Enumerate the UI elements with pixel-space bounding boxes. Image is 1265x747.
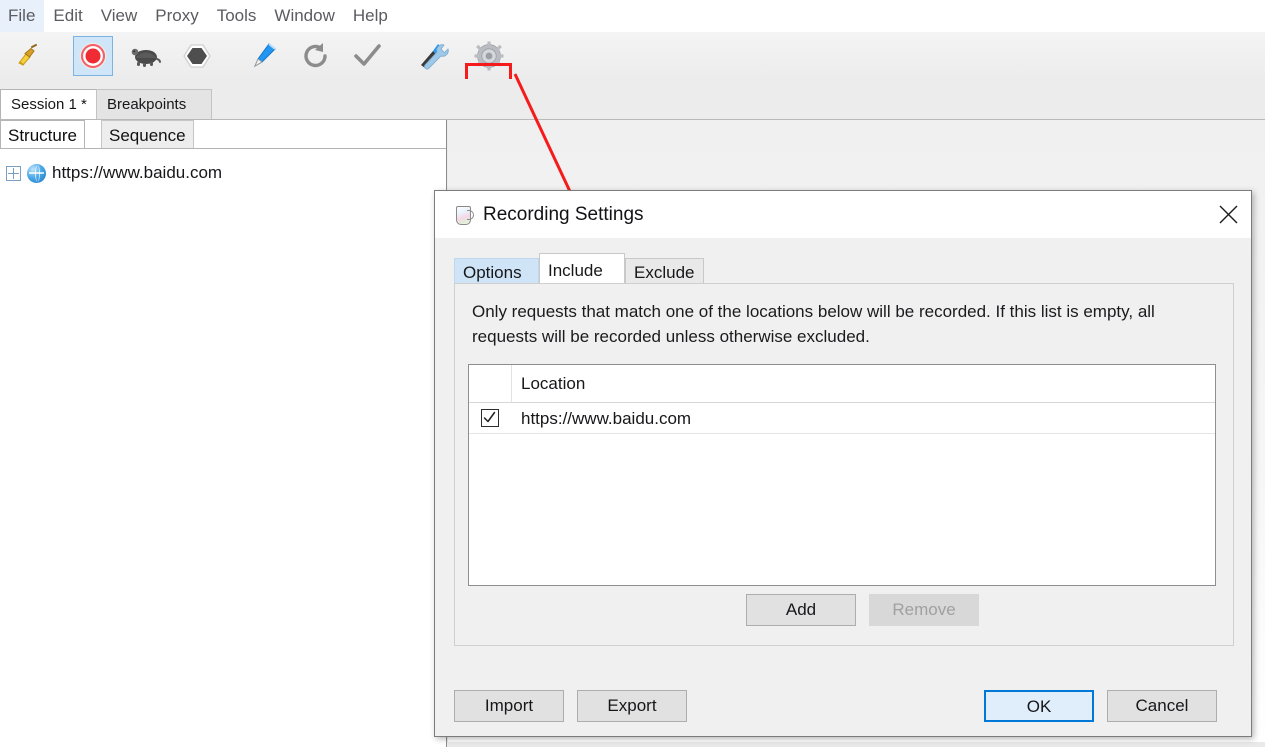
table-row[interactable]: https://www.baidu.com (469, 403, 1215, 434)
globe-icon (27, 163, 46, 183)
checkmark-icon (354, 44, 381, 66)
wrench-screwdriver-icon (421, 44, 449, 70)
tab-exclude[interactable]: Exclude (625, 258, 704, 286)
menu-item-proxy[interactable]: Proxy (146, 0, 207, 32)
structure-tree[interactable]: https://www.baidu.com (0, 149, 446, 747)
include-panel: Only requests that match one of the loca… (454, 283, 1234, 646)
menu-item-window[interactable]: Window (265, 0, 343, 32)
left-panel: Structure Sequence https://www.baidu.com (0, 120, 446, 747)
tree-item-label: https://www.baidu.com (52, 163, 223, 182)
left-tab-sequence[interactable]: Sequence (101, 120, 194, 150)
left-tab-structure[interactable]: Structure (0, 120, 85, 150)
row-checkbox[interactable] (481, 409, 499, 427)
dialog-body: Options Include Exclude Only requests th… (435, 238, 1251, 736)
checkmark-icon (483, 411, 496, 423)
table-header-checkbox-col (469, 365, 512, 402)
refresh-icon (304, 43, 327, 68)
toolbar (0, 32, 1265, 106)
cancel-button[interactable]: Cancel (1107, 690, 1217, 722)
remove-button: Remove (869, 594, 979, 626)
status-bar (448, 742, 1265, 747)
charles-jug-icon (453, 204, 474, 225)
clear-session-button[interactable] (6, 36, 46, 76)
add-button[interactable]: Add (746, 594, 856, 626)
list-action-buttons: Add Remove (455, 594, 1233, 628)
session-tab-breakpoints[interactable]: Breakpoints (96, 89, 212, 119)
expand-plus-icon[interactable] (6, 165, 21, 181)
menu-item-help[interactable]: Help (344, 0, 397, 32)
table-header-row: Location (469, 365, 1215, 403)
row-location-value: https://www.baidu.com (521, 409, 692, 428)
dialog-title: Recording Settings (483, 203, 644, 225)
menu-item-view[interactable]: View (92, 0, 147, 32)
throttling-button[interactable] (126, 36, 166, 76)
dialog-title-bar: Recording Settings (435, 191, 1251, 238)
tree-item-baidu[interactable]: https://www.baidu.com (0, 161, 222, 185)
session-tab-bar: Session 1 * Breakpoints (0, 79, 1265, 120)
ok-button[interactable]: OK (984, 690, 1094, 722)
menu-item-tools[interactable]: Tools (208, 0, 266, 32)
hexagon-icon (183, 44, 211, 68)
tools-button[interactable] (413, 36, 453, 76)
import-button[interactable]: Import (454, 690, 564, 722)
locations-table[interactable]: Location https://www.baidu.com (468, 364, 1216, 586)
close-x-glyph (1219, 205, 1237, 224)
include-description: Only requests that match one of the loca… (472, 302, 1155, 346)
compose-button[interactable] (243, 36, 283, 76)
pen-icon (253, 43, 276, 68)
menu-item-file[interactable]: File (0, 0, 45, 32)
recording-settings-dialog: Recording Settings Options Include Exclu… (434, 190, 1252, 737)
tab-include[interactable]: Include (539, 253, 625, 286)
turtle-icon (131, 48, 161, 67)
dialog-button-bar: Import Export OK Cancel (435, 676, 1251, 736)
validate-button[interactable] (347, 36, 387, 76)
broom-icon (18, 44, 37, 66)
export-button[interactable]: Export (577, 690, 687, 722)
repeat-button[interactable] (296, 36, 336, 76)
menu-bar: File Edit View Proxy Tools Window Help (0, 0, 1265, 33)
tab-options[interactable]: Options (454, 258, 539, 286)
table-header-location: Location (521, 373, 586, 393)
record-icon (79, 42, 107, 70)
breakpoints-button[interactable] (177, 36, 217, 76)
close-icon[interactable] (1205, 191, 1251, 238)
menu-item-edit[interactable]: Edit (44, 0, 91, 32)
start-stop-recording-button[interactable] (73, 36, 113, 76)
